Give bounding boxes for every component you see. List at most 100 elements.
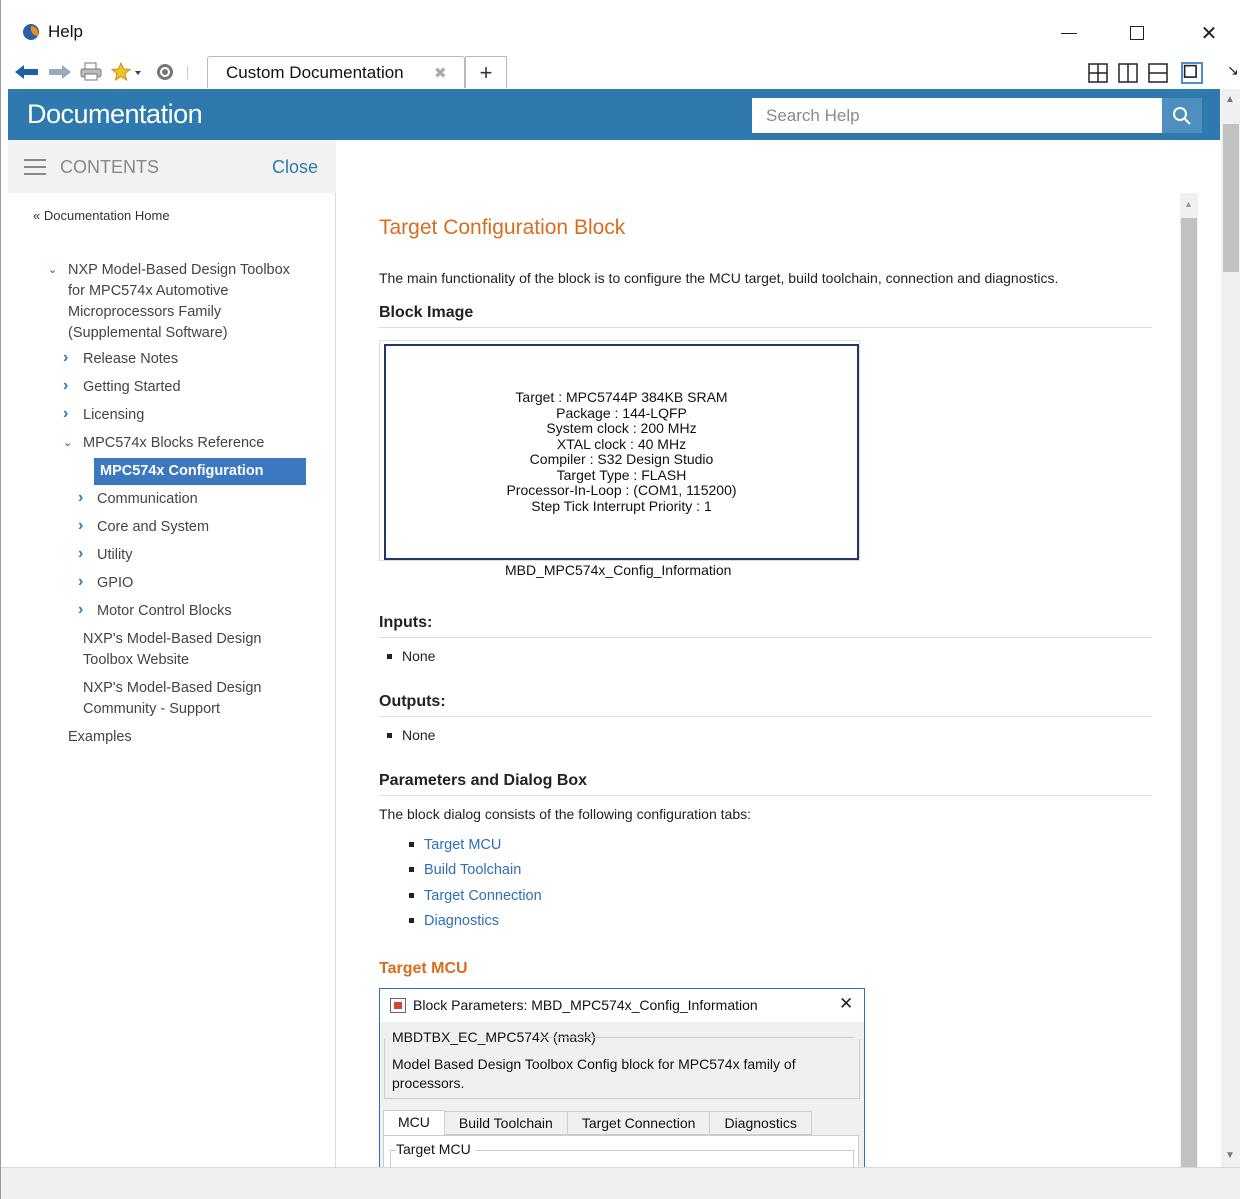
close-icon: ✕ bbox=[1200, 21, 1218, 45]
layout-rows-button[interactable] bbox=[1147, 62, 1169, 84]
chevron-right-icon: › bbox=[63, 349, 69, 366]
link-label: Diagnostics bbox=[424, 913, 499, 929]
dialog-tab-mcu: MCU bbox=[383, 1110, 445, 1135]
maximize-button[interactable] bbox=[1115, 18, 1159, 48]
chevron-right-icon: › bbox=[78, 545, 84, 562]
link-target-mcu[interactable]: Target MCU bbox=[409, 837, 501, 853]
gear-icon bbox=[157, 64, 173, 80]
chevron-right-icon: › bbox=[78, 489, 84, 506]
chevron-right-icon: › bbox=[78, 573, 84, 590]
grid-layout-icon bbox=[1088, 63, 1108, 83]
sidebar-item-label: Getting Started bbox=[83, 379, 181, 395]
dialog-tab-target-connection: Target Connection bbox=[567, 1111, 711, 1135]
sidebar-item-communication[interactable]: › Communication bbox=[78, 489, 198, 510]
sidebar-item-label: Release Notes bbox=[83, 351, 179, 367]
content-scrollbar[interactable]: ▲ bbox=[1180, 193, 1198, 1167]
sidebar-item-nxp-toolbox[interactable]: ⌄ NXP Model-Based Design Toolbox for MPC… bbox=[48, 260, 298, 344]
sidebar-item-label: Core and System bbox=[97, 519, 210, 535]
search-button[interactable] bbox=[1162, 98, 1202, 133]
dialog-tab-build-toolchain: Build Toolchain bbox=[444, 1111, 568, 1135]
documentation-header: Documentation bbox=[8, 89, 1220, 140]
minimize-button[interactable] bbox=[1047, 18, 1091, 48]
inputs-value: None bbox=[402, 648, 436, 664]
sidebar-item-label: MPC574x Blocks Reference bbox=[83, 435, 265, 451]
sidebar-item-community-support[interactable]: NXP's Model-Based Design Community - Sup… bbox=[83, 678, 283, 720]
star-icon bbox=[110, 62, 141, 82]
scrollbar-thumb[interactable] bbox=[1223, 124, 1239, 272]
block-line: Target : MPC5744P 384KB SRAM bbox=[515, 389, 728, 405]
sidebar-item-label: Licensing bbox=[83, 407, 145, 423]
layout-grid-button[interactable] bbox=[1087, 62, 1109, 84]
scroll-up-icon[interactable]: ▲ bbox=[1184, 199, 1193, 209]
scroll-up-icon[interactable]: ▲ bbox=[1225, 94, 1235, 105]
search-input[interactable] bbox=[752, 98, 1162, 133]
toolbar-overflow-icon[interactable]: ↘ bbox=[1227, 62, 1239, 79]
print-button[interactable] bbox=[79, 62, 103, 82]
layout-columns-button[interactable] bbox=[1117, 62, 1139, 84]
link-build-toolchain[interactable]: Build Toolchain bbox=[409, 862, 521, 878]
close-window-button[interactable]: ✕ bbox=[1187, 18, 1231, 48]
sidebar-item-core-and-system[interactable]: › Core and System bbox=[78, 517, 209, 538]
minimize-icon bbox=[1061, 32, 1077, 34]
sidebar-item-utility[interactable]: › Utility bbox=[78, 545, 132, 566]
bullet-icon bbox=[409, 841, 414, 847]
window-scrollbar[interactable]: ▲ ▼ bbox=[1221, 89, 1240, 1167]
scrollbar-thumb[interactable] bbox=[1181, 218, 1197, 1167]
sidebar-item-gpio[interactable]: › GPIO bbox=[78, 573, 133, 594]
settings-button[interactable] bbox=[153, 62, 177, 82]
outputs-list-item: None bbox=[387, 727, 435, 743]
favorites-button[interactable] bbox=[109, 62, 145, 82]
sidebar-item-licensing[interactable]: › Licensing bbox=[63, 405, 144, 426]
scroll-down-icon[interactable]: ▼ bbox=[1225, 1150, 1235, 1161]
help-window: Help ✕ Custom Documentation ✖ + ↘ Docume… bbox=[0, 0, 1240, 1199]
contents-bar: CONTENTS Close bbox=[8, 140, 336, 193]
forward-button[interactable] bbox=[47, 62, 73, 82]
documentation-title: Documentation bbox=[27, 99, 203, 129]
sidebar-item-blocks-reference[interactable]: ⌄ MPC574x Blocks Reference bbox=[63, 433, 264, 454]
outputs-heading: Outputs: bbox=[379, 693, 1152, 717]
sidebar-item-getting-started[interactable]: › Getting Started bbox=[63, 377, 181, 398]
sidebar-item-examples[interactable]: Examples bbox=[68, 727, 132, 748]
bullet-icon bbox=[409, 892, 414, 898]
hamburger-menu-icon[interactable] bbox=[24, 159, 46, 180]
sidebar-item-label: NXP's Model-Based Design Community - Sup… bbox=[83, 680, 262, 717]
tab-custom-documentation[interactable]: Custom Documentation ✖ bbox=[207, 56, 465, 88]
chevron-right-icon: › bbox=[63, 377, 69, 394]
tab-close-icon[interactable]: ✖ bbox=[434, 64, 447, 82]
title-bar: Help ✕ bbox=[1, 0, 1240, 56]
documentation-content: ▲ Target Configuration Block The main fu… bbox=[337, 140, 1221, 1167]
sidebar-item-release-notes[interactable]: › Release Notes bbox=[63, 349, 178, 370]
documentation-home-link[interactable]: « Documentation Home bbox=[33, 208, 170, 223]
block-line: System clock : 200 MHz bbox=[546, 420, 697, 436]
sidebar-item-label: MPC574x Configuration bbox=[100, 463, 264, 479]
window-title: Help bbox=[48, 22, 83, 41]
bullet-icon bbox=[387, 653, 392, 659]
back-button[interactable] bbox=[13, 62, 41, 82]
intro-text: The main functionality of the block is t… bbox=[379, 270, 1059, 286]
layout-single-button[interactable] bbox=[1181, 62, 1203, 84]
sidebar-item-label: GPIO bbox=[97, 575, 134, 591]
chevron-right-icon: › bbox=[78, 517, 84, 534]
block-image: Target : MPC5744P 384KB SRAM Package : 1… bbox=[379, 340, 860, 561]
dialog-group-label: Target MCU bbox=[396, 1141, 475, 1157]
new-tab-button[interactable]: + bbox=[465, 56, 507, 88]
target-mcu-heading: Target MCU bbox=[379, 960, 468, 977]
printer-icon bbox=[80, 62, 102, 81]
maximize-icon bbox=[1130, 26, 1144, 40]
close-contents-link[interactable]: Close bbox=[272, 157, 318, 178]
link-diagnostics[interactable]: Diagnostics bbox=[409, 913, 499, 929]
dialog-title-bar: Block Parameters: MBD_MPC574x_Config_Inf… bbox=[380, 989, 864, 1022]
chevron-right-icon: › bbox=[78, 601, 84, 618]
chevron-right-icon: › bbox=[63, 405, 69, 422]
outputs-value: None bbox=[402, 727, 436, 743]
sidebar-item-motor-control[interactable]: › Motor Control Blocks bbox=[78, 601, 232, 622]
sidebar-item-mpc574x-configuration[interactable]: MPC574x Configuration bbox=[94, 458, 306, 485]
sidebar-item-toolbox-website[interactable]: NXP's Model-Based Design Toolbox Website bbox=[83, 629, 283, 671]
rows-layout-icon bbox=[1148, 63, 1168, 83]
sidebar-item-label: Motor Control Blocks bbox=[97, 603, 232, 619]
dialog-description: Model Based Design Toolbox Config block … bbox=[392, 1056, 796, 1091]
single-layout-icon bbox=[1183, 64, 1197, 78]
link-target-connection[interactable]: Target Connection bbox=[409, 888, 542, 904]
link-label: Build Toolchain bbox=[424, 862, 522, 878]
bullet-icon bbox=[409, 866, 414, 872]
